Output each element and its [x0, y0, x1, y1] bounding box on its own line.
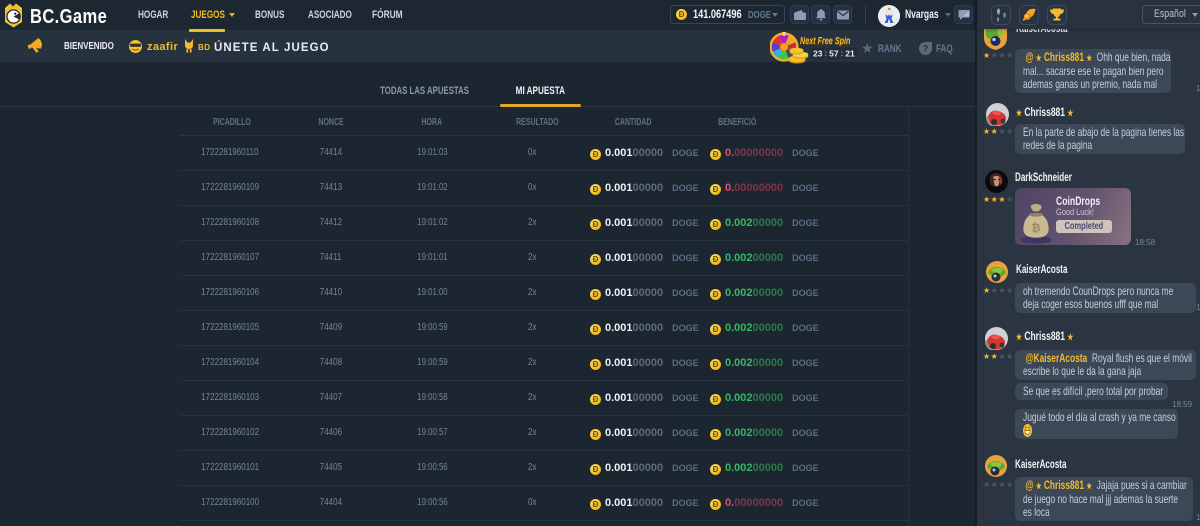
svg-text:₿: ₿	[1031, 222, 1040, 234]
svg-text:?: ?	[923, 44, 929, 54]
